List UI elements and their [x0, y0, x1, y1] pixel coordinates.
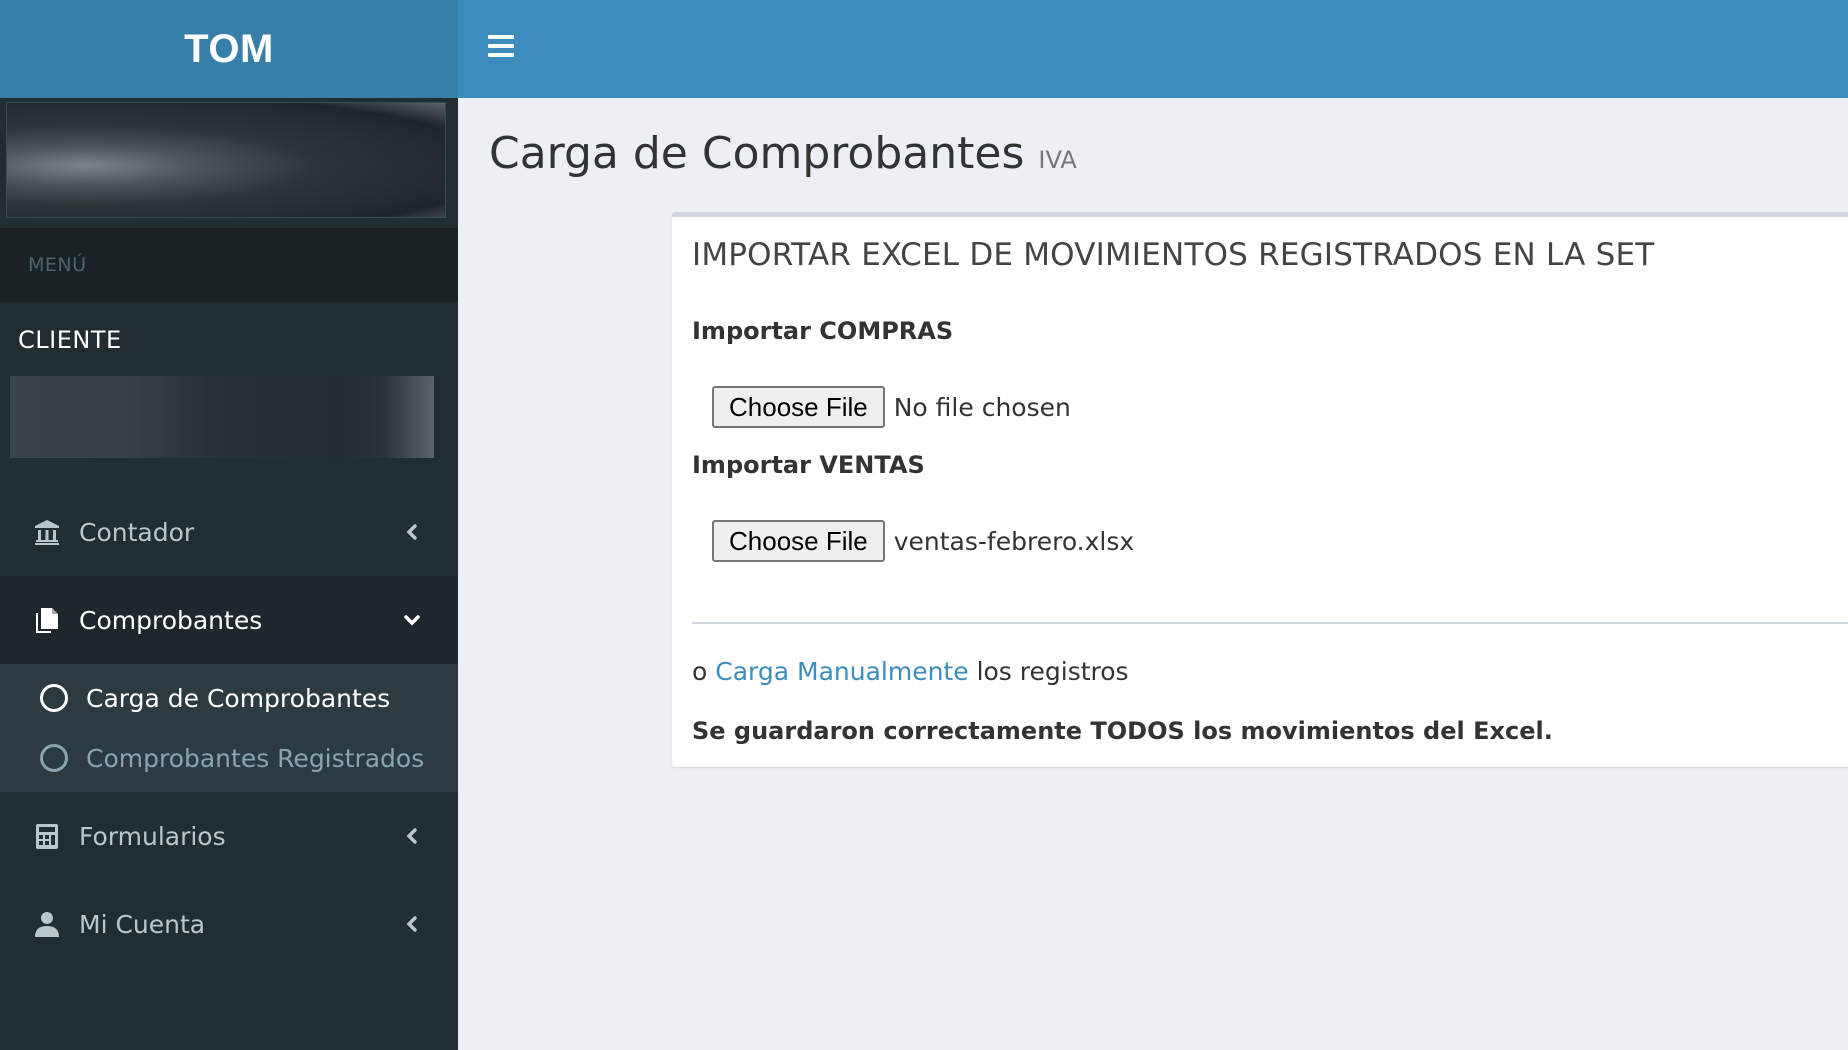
sidebar-subitem-comprobantes-registrados[interactable]: Comprobantes Registrados	[0, 728, 458, 788]
compras-file-input[interactable]: Choose File No file chosen	[712, 386, 1071, 428]
user-panel	[0, 98, 458, 228]
ventas-file-input[interactable]: Choose File ventas-febrero.xlsx	[712, 520, 1134, 562]
cliente-section: CLIENTE	[0, 302, 458, 458]
sidebar-item-label: Contador	[79, 517, 195, 547]
ventas-label: Importar VENTAS	[692, 451, 925, 479]
sidebar-item-label: Mi Cuenta	[79, 909, 206, 939]
ventas-choose-file-button[interactable]: Choose File	[712, 520, 885, 562]
manual-suffix: los registros	[976, 657, 1129, 686]
sidebar-nav: Contador Comprobantes Carga de Comproban…	[0, 488, 458, 968]
sidebar-item-mi-cuenta[interactable]: Mi Cuenta	[0, 880, 458, 968]
chevron-left-icon	[404, 916, 420, 932]
circle-outline-icon	[40, 744, 68, 772]
cliente-selector-blurred[interactable]	[10, 376, 434, 458]
carga-manualmente-link[interactable]: Carga Manualmente	[715, 657, 968, 686]
sidebar-item-label: Formularios	[79, 821, 226, 851]
manual-entry-line: o Carga Manualmente los registros	[692, 657, 1129, 686]
circle-outline-icon	[40, 684, 68, 712]
compras-file-name: No file chosen	[893, 392, 1071, 422]
hamburger-icon[interactable]	[488, 35, 514, 57]
user-icon	[33, 910, 61, 938]
bank-icon	[33, 518, 61, 546]
ventas-file-name: ventas-febrero.xlsx	[893, 526, 1135, 556]
comprobantes-submenu: Carga de Comprobantes Comprobantes Regis…	[0, 664, 458, 792]
calculator-icon	[33, 822, 61, 850]
chevron-left-icon	[404, 524, 420, 540]
menu-header: MENÚ	[0, 228, 458, 302]
logo[interactable]: TOM	[0, 0, 458, 98]
sidebar-subitem-label: Comprobantes Registrados	[86, 743, 425, 773]
page-title: Carga de Comprobantes IVA	[489, 128, 1077, 179]
page-title-text: Carga de Comprobantes	[489, 128, 1025, 179]
box-title: IMPORTAR EXCEL DE MOVIMIENTOS REGISTRADO…	[692, 237, 1655, 273]
content-wrapper: Carga de Comprobantes IVA IMPORTAR EXCEL …	[458, 98, 1848, 1050]
sidebar: TOM MENÚ CLIENTE Contador Comprobantes C…	[0, 0, 458, 1050]
sidebar-item-contador[interactable]: Contador	[0, 488, 458, 576]
sidebar-item-label: Comprobantes	[79, 605, 263, 635]
files-icon	[33, 606, 61, 634]
sidebar-subitem-carga-de-comprobantes[interactable]: Carga de Comprobantes	[0, 668, 458, 728]
user-photo-blurred	[6, 102, 446, 218]
compras-label: Importar COMPRAS	[692, 317, 954, 345]
sidebar-subitem-label: Carga de Comprobantes	[86, 683, 391, 713]
cliente-label: CLIENTE	[18, 326, 122, 354]
success-message: Se guardaron correctamente TODOS los mov…	[692, 717, 1553, 745]
sidebar-item-comprobantes[interactable]: Comprobantes	[0, 576, 458, 664]
compras-choose-file-button[interactable]: Choose File	[712, 386, 885, 428]
page-subtitle: IVA	[1038, 146, 1077, 174]
divider	[692, 622, 1848, 624]
import-box: IMPORTAR EXCEL DE MOVIMIENTOS REGISTRADO…	[672, 212, 1848, 767]
chevron-left-icon	[404, 828, 420, 844]
sidebar-item-formularios[interactable]: Formularios	[0, 792, 458, 880]
manual-prefix: o	[692, 657, 708, 686]
chevron-down-icon	[404, 612, 420, 628]
top-navbar	[458, 0, 1848, 98]
